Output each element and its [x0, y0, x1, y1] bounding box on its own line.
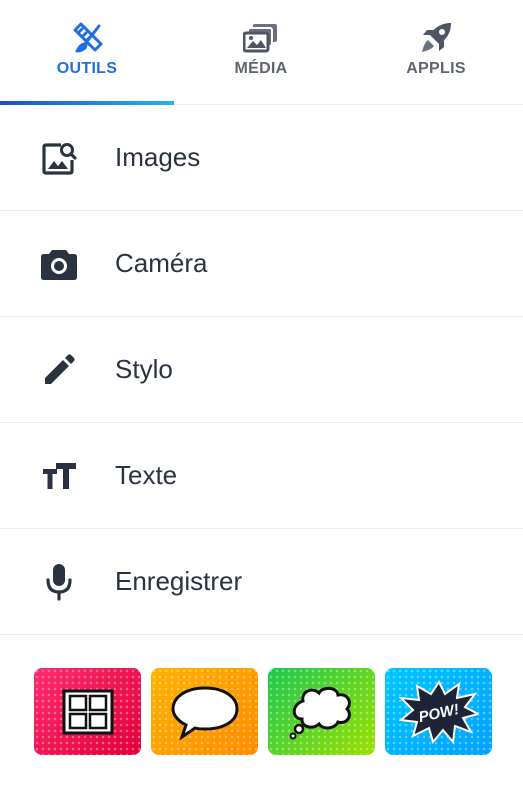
tab-label: MÉDIA: [234, 60, 288, 77]
menu-item-camera[interactable]: Caméra: [0, 211, 523, 317]
sticker-tray: POW!: [34, 668, 492, 755]
speech-bubble-icon: [170, 685, 239, 740]
text-size-icon: [40, 457, 78, 495]
menu-item-label: Stylo: [115, 354, 173, 384]
sticker-speech-bubble[interactable]: [151, 668, 258, 755]
tab-applis[interactable]: APPLIS: [349, 0, 523, 104]
menu-item-texte[interactable]: Texte: [0, 423, 523, 529]
tools-menu: Images Caméra Stylo Texte Enregistrer: [0, 105, 523, 635]
grid-panel-icon: [62, 689, 113, 734]
media-icon: [241, 18, 281, 58]
microphone-icon: [40, 563, 78, 601]
menu-item-label: Texte: [115, 460, 178, 490]
sticker-comic-panel-grid[interactable]: [34, 668, 141, 755]
tab-media[interactable]: MÉDIA: [174, 0, 348, 104]
camera-icon: [40, 245, 78, 283]
tab-bar: OUTILS MÉDIA APPLIS: [0, 0, 523, 105]
brush-ruler-icon: [67, 18, 107, 58]
thought-bubble-icon: [289, 686, 351, 739]
sticker-thought-bubble[interactable]: [268, 668, 375, 755]
image-search-icon: [40, 139, 78, 177]
menu-item-label: Enregistrer: [115, 566, 243, 596]
sticker-pow-burst[interactable]: POW!: [385, 668, 492, 755]
pow-burst-icon: POW!: [398, 679, 479, 744]
menu-item-enregistrer[interactable]: Enregistrer: [0, 529, 523, 635]
menu-item-images[interactable]: Images: [0, 105, 523, 211]
tab-outils[interactable]: OUTILS: [0, 0, 174, 104]
menu-item-stylo[interactable]: Stylo: [0, 317, 523, 423]
pen-icon: [40, 351, 78, 389]
tab-label: APPLIS: [406, 60, 466, 77]
tab-label: OUTILS: [56, 60, 118, 77]
menu-item-label: Caméra: [115, 248, 208, 278]
menu-item-label: Images: [115, 142, 201, 172]
rocket-icon: [416, 18, 456, 58]
